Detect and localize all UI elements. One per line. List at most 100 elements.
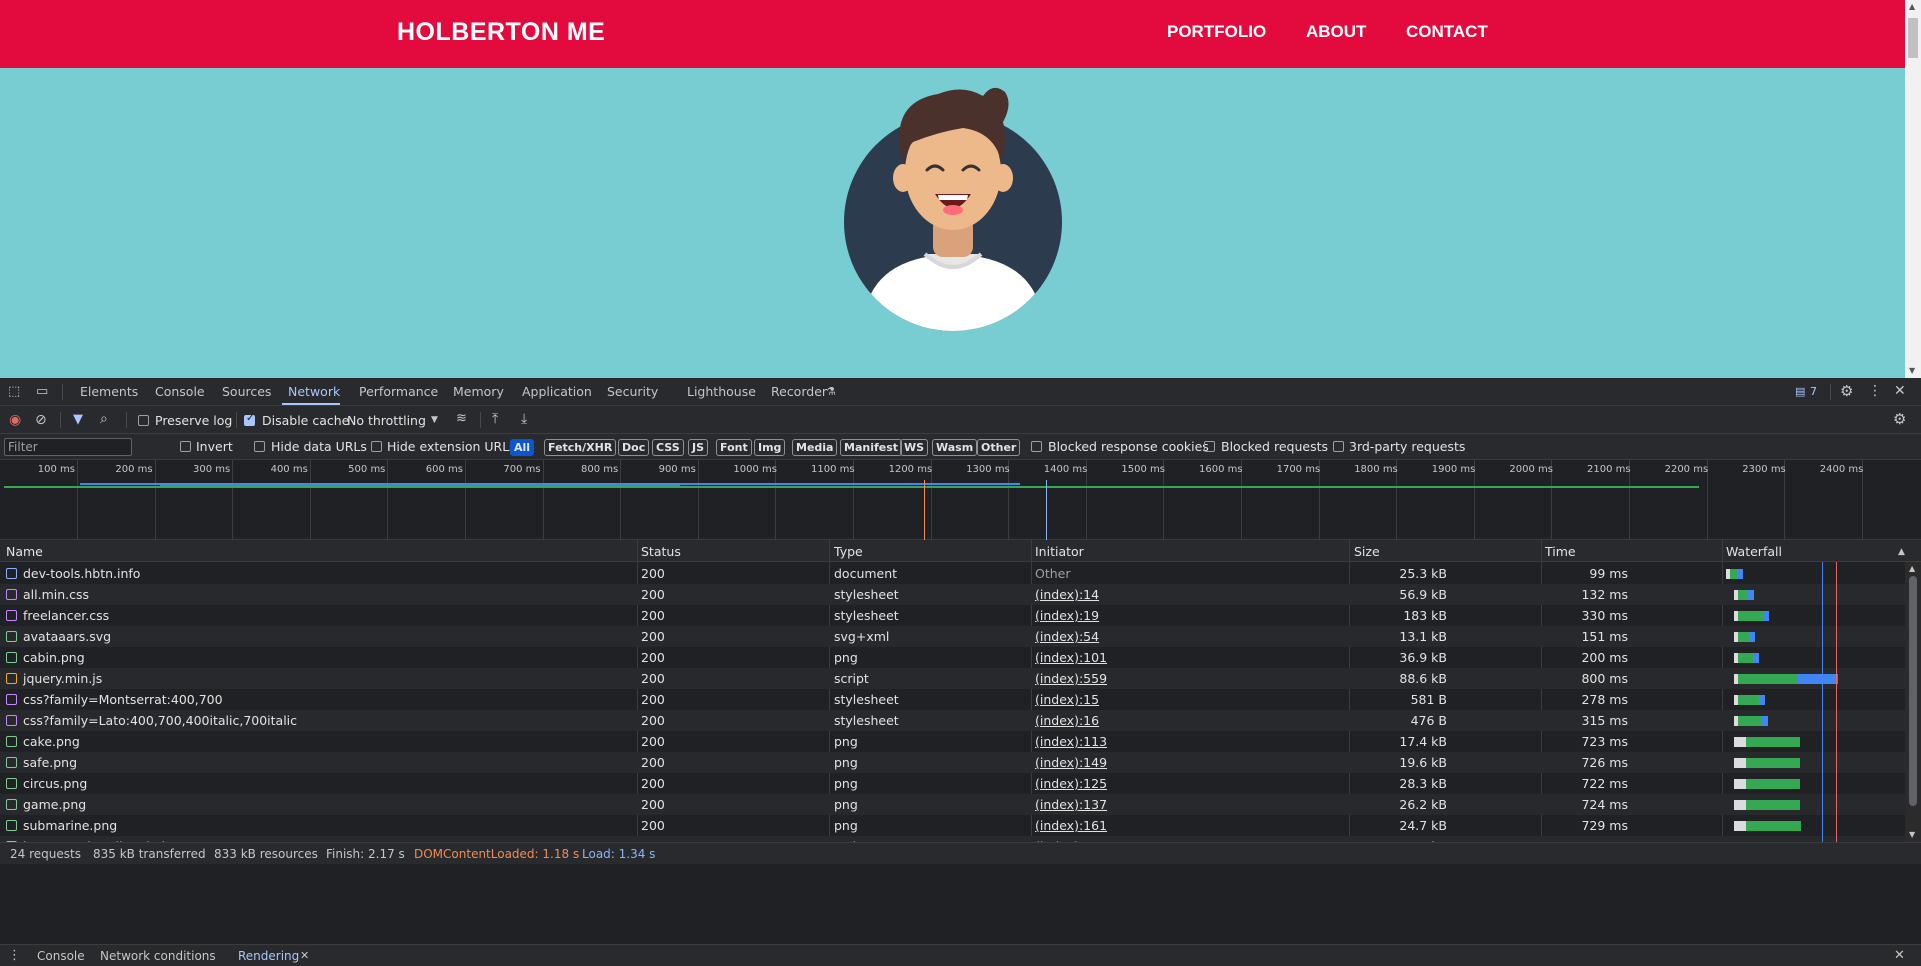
table-row[interactable]: game.png 200 png (index):137 26.2 kB 724 ms bbox=[0, 794, 1905, 815]
issues-count[interactable]: 7 bbox=[1810, 385, 1817, 398]
tab-security[interactable]: Security bbox=[607, 384, 658, 399]
drawer-tab-rendering[interactable]: Rendering bbox=[238, 949, 299, 963]
request-initiator[interactable]: (index):137 bbox=[1035, 797, 1107, 812]
filter-chip-other[interactable]: Other bbox=[977, 439, 1021, 456]
issues-icon[interactable]: ▤ bbox=[1795, 384, 1805, 400]
drawer-tab-console[interactable]: Console bbox=[37, 949, 85, 963]
site-brand[interactable]: HOLBERTON ME bbox=[397, 18, 605, 47]
settings-gear-icon[interactable]: ⚙ bbox=[1840, 383, 1853, 399]
filter-chip-img[interactable]: Img bbox=[754, 439, 786, 456]
invert-checkbox[interactable] bbox=[180, 441, 191, 452]
tab-lighthouse[interactable]: Lighthouse bbox=[687, 384, 756, 399]
network-conditions-icon[interactable]: ≋ bbox=[456, 411, 467, 427]
table-row[interactable]: cake.png 200 png (index):113 17.4 kB 723 ms bbox=[0, 731, 1905, 752]
tab-sources[interactable]: Sources bbox=[222, 384, 271, 399]
tab-application[interactable]: Application bbox=[522, 384, 592, 399]
invert-label[interactable]: Invert bbox=[196, 439, 233, 454]
close-drawer-tab-icon[interactable]: ✕ bbox=[300, 948, 309, 964]
filter-chip-doc[interactable]: Doc bbox=[618, 439, 650, 456]
hide-extension-urls-checkbox[interactable] bbox=[371, 441, 382, 452]
filter-icon[interactable]: ▼ bbox=[73, 412, 83, 428]
network-settings-gear-icon[interactable]: ⚙ bbox=[1893, 411, 1906, 427]
request-initiator[interactable]: (index):113 bbox=[1035, 734, 1107, 749]
column-header-type[interactable]: Type bbox=[834, 544, 863, 559]
table-row[interactable]: submarine.png 200 png (index):161 24.7 kB 729… bbox=[0, 815, 1905, 836]
tab-recorder[interactable]: Recorder bbox=[771, 384, 827, 399]
request-initiator[interactable]: (index):54 bbox=[1035, 629, 1099, 644]
disable-cache-label[interactable]: Disable cache bbox=[262, 413, 349, 428]
tab-elements[interactable]: Elements bbox=[80, 384, 138, 399]
record-stop-icon[interactable]: ◉ bbox=[9, 412, 21, 428]
more-options-icon[interactable]: ⋮ bbox=[1868, 383, 1882, 399]
chevron-down-icon[interactable]: ▼ bbox=[431, 412, 438, 428]
import-har-icon[interactable]: ⤒ bbox=[492, 411, 498, 427]
tab-network[interactable]: Network bbox=[288, 384, 340, 399]
filter-chip-font[interactable]: Font bbox=[716, 439, 752, 456]
close-devtools-icon[interactable]: ✕ bbox=[1894, 383, 1906, 399]
request-initiator[interactable]: (index):149 bbox=[1035, 755, 1107, 770]
third-party-checkbox[interactable] bbox=[1333, 441, 1344, 452]
throttling-select[interactable]: No throttling bbox=[347, 413, 426, 428]
table-row[interactable]: avataaars.svg 200 svg+xml (index):54 13.1 kB… bbox=[0, 626, 1905, 647]
tab-console[interactable]: Console bbox=[155, 384, 205, 399]
table-row[interactable]: css?family=Lato:400,700,400italic,700ita… bbox=[0, 710, 1905, 731]
filter-chip-wasm[interactable]: Wasm bbox=[932, 439, 978, 456]
request-initiator[interactable]: (index):16 bbox=[1035, 713, 1099, 728]
blocked-requests-label[interactable]: Blocked requests bbox=[1221, 439, 1328, 454]
request-initiator[interactable]: (index):19 bbox=[1035, 608, 1099, 623]
table-row[interactable]: freelancer.css 200 stylesheet (index):19 183… bbox=[0, 605, 1905, 626]
table-row[interactable]: dev-tools.hbtn.info 200 document Other 25.3 … bbox=[0, 563, 1905, 584]
request-initiator[interactable]: (index):15 bbox=[1035, 692, 1099, 707]
search-icon[interactable]: ⌕ bbox=[100, 411, 108, 427]
filter-chip-fetch-xhr[interactable]: Fetch/XHR bbox=[544, 439, 617, 456]
clear-icon[interactable]: ⊘ bbox=[35, 412, 47, 428]
table-row[interactable]: all.min.css 200 stylesheet (index):14 56.9 k… bbox=[0, 584, 1905, 605]
filter-chip-media[interactable]: Media bbox=[792, 439, 838, 456]
column-header-time[interactable]: Time bbox=[1545, 544, 1576, 559]
drawer-tab-network-conditions[interactable]: Network conditions bbox=[100, 949, 216, 963]
table-row[interactable]: circus.png 200 png (index):125 28.3 kB 722 ms bbox=[0, 773, 1905, 794]
request-initiator[interactable]: (index):14 bbox=[1035, 587, 1099, 602]
request-initiator[interactable]: (index):101 bbox=[1035, 650, 1107, 665]
preserve-log-label[interactable]: Preserve log bbox=[155, 413, 232, 428]
drawer-menu-icon[interactable]: ⋮ bbox=[8, 948, 21, 964]
third-party-label[interactable]: 3rd-party requests bbox=[1349, 439, 1465, 454]
column-header-initiator[interactable]: Initiator bbox=[1035, 544, 1084, 559]
close-drawer-icon[interactable]: ✕ bbox=[1894, 948, 1905, 964]
nav-link-about[interactable]: ABOUT bbox=[1306, 22, 1366, 42]
hide-extension-urls-label[interactable]: Hide extension URLs bbox=[387, 439, 516, 454]
sort-ascending-icon[interactable]: ▲ bbox=[1898, 544, 1905, 560]
request-initiator[interactable]: (index):125 bbox=[1035, 776, 1107, 791]
table-row[interactable]: safe.png 200 png (index):149 19.6 kB 726 ms bbox=[0, 752, 1905, 773]
tab-performance[interactable]: Performance bbox=[359, 384, 438, 399]
blocked-requests-checkbox[interactable] bbox=[1204, 441, 1215, 452]
network-overview-timeline[interactable]: 100 ms 200 ms 300 ms 400 ms 500 ms 600 ms 700 … bbox=[0, 460, 1921, 540]
request-initiator[interactable]: (index):559 bbox=[1035, 671, 1107, 686]
disable-cache-checkbox[interactable] bbox=[244, 413, 255, 426]
preserve-log-checkbox[interactable] bbox=[138, 415, 149, 426]
table-scrollbar[interactable]: ▲ ▼ bbox=[1905, 562, 1921, 842]
filter-chip-js[interactable]: JS bbox=[688, 439, 709, 456]
hide-data-urls-label[interactable]: Hide data URLs bbox=[271, 439, 367, 454]
table-scroll-thumb[interactable] bbox=[1909, 576, 1917, 806]
filter-chip-manifest[interactable]: Manifest bbox=[840, 439, 903, 456]
hide-data-urls-checkbox[interactable] bbox=[254, 441, 265, 452]
filter-chip-ws[interactable]: WS bbox=[900, 439, 929, 456]
column-header-name[interactable]: Name bbox=[6, 544, 43, 559]
device-toolbar-icon[interactable]: ▭ bbox=[36, 384, 48, 400]
blocked-cookies-checkbox[interactable] bbox=[1031, 441, 1042, 452]
tab-memory[interactable]: Memory bbox=[453, 384, 504, 399]
request-initiator[interactable]: (index):161 bbox=[1035, 818, 1107, 833]
table-row[interactable]: cabin.png 200 png (index):101 36.9 kB 200 ms bbox=[0, 647, 1905, 668]
nav-link-portfolio[interactable]: PORTFOLIO bbox=[1167, 22, 1266, 42]
table-row[interactable]: css?family=Montserrat:400,700 200 styleshe… bbox=[0, 689, 1905, 710]
filter-input[interactable]: Filter bbox=[4, 438, 132, 456]
filter-chip-all[interactable]: All bbox=[510, 439, 535, 456]
blocked-cookies-label[interactable]: Blocked response cookies bbox=[1048, 439, 1209, 454]
table-row[interactable]: jquery.min.js 200 script (index):559 88.6 kB… bbox=[0, 668, 1905, 689]
page-scrollbar[interactable]: ▲ ▼ bbox=[1905, 0, 1921, 378]
column-header-waterfall[interactable]: Waterfall bbox=[1726, 544, 1782, 559]
inspect-element-icon[interactable]: ⬚ bbox=[8, 384, 20, 400]
column-header-status[interactable]: Status bbox=[641, 544, 681, 559]
column-header-size[interactable]: Size bbox=[1354, 544, 1380, 559]
